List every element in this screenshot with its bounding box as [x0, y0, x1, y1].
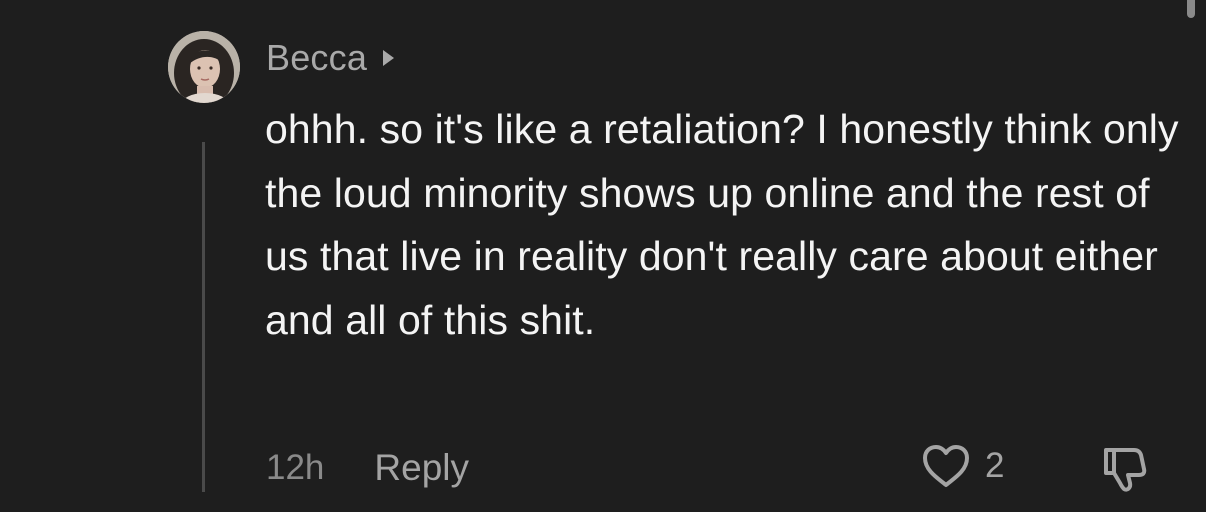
- thumbs-down-outline-icon: [1104, 448, 1147, 492]
- timestamp: 12h: [266, 448, 325, 487]
- like-count: 2: [985, 446, 1005, 485]
- heart-outline-icon: [923, 445, 969, 487]
- reply-button[interactable]: Reply: [374, 447, 469, 489]
- avatar[interactable]: [168, 31, 240, 103]
- avatar-image: [168, 31, 240, 103]
- comment-meta: 12h Reply: [266, 444, 469, 492]
- dislike-button[interactable]: [1100, 442, 1156, 494]
- comment-text: ohhh. so it's like a retaliation? I hone…: [265, 106, 1179, 343]
- thread-line: [202, 142, 205, 492]
- chevron-right-icon: [383, 50, 395, 66]
- like-button[interactable]: 2: [921, 442, 1004, 490]
- author-name[interactable]: Becca: [266, 37, 367, 79]
- scroll-indicator[interactable]: [1187, 0, 1195, 18]
- author-link[interactable]: Becca: [266, 35, 395, 81]
